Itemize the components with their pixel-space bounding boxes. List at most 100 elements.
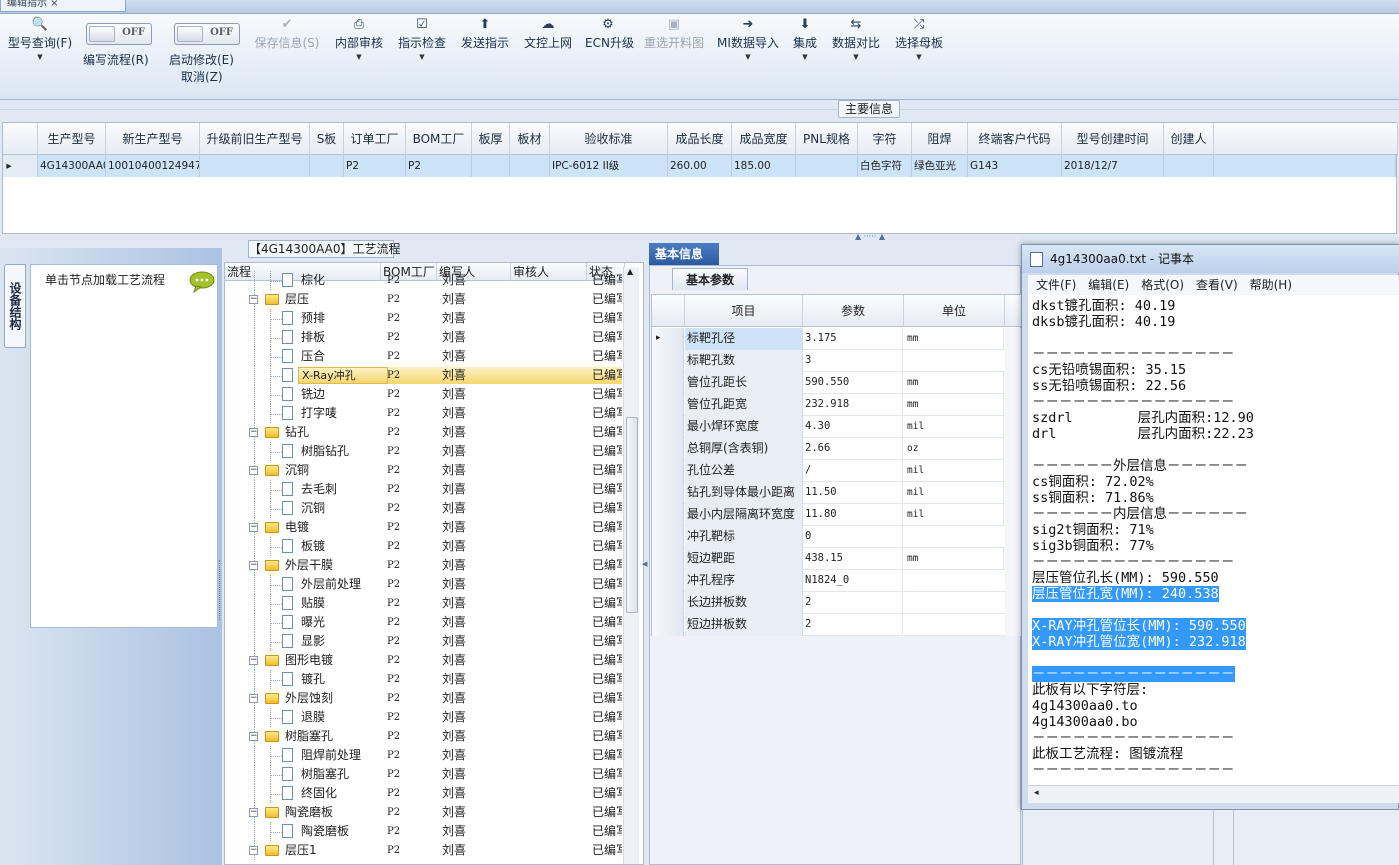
notepad-menu-item[interactable]: 编辑(E)	[1088, 278, 1129, 292]
doc-upload-button[interactable]: ☁ 文控上网	[523, 16, 573, 51]
process-tree-node[interactable]: 贴膜 P2 刘喜 已编写	[225, 594, 625, 613]
column-header-unit[interactable]: 单位	[904, 295, 1005, 327]
grid-cell[interactable]	[796, 155, 858, 177]
grid-cell[interactable]: 185.00	[732, 155, 796, 177]
grid-cell[interactable]: 绿色亚光	[912, 155, 968, 177]
process-tree-node[interactable]: − 钻孔 P2 刘喜 已编写	[225, 423, 625, 442]
row-header[interactable]	[652, 460, 684, 482]
param-value[interactable]: 3.175	[803, 328, 903, 349]
horizontal-scrollbar[interactable]: ◂	[1028, 785, 1399, 803]
param-row[interactable]: 管位孔距长 590.550 mm	[652, 372, 1022, 394]
row-header[interactable]	[652, 548, 684, 570]
param-value[interactable]: 2.66	[803, 438, 903, 459]
process-tree-node[interactable]: 树脂钻孔 P2 刘喜 已编写	[225, 442, 625, 461]
process-tree-node[interactable]: 陶瓷磨板 P2 刘喜 已编写	[225, 822, 625, 841]
collapse-icon[interactable]: −	[249, 656, 258, 665]
process-tree-node[interactable]: 排板 P2 刘喜 已编写	[225, 328, 625, 347]
collapse-icon[interactable]: −	[249, 694, 258, 703]
internal-review-button[interactable]: ⎙ 内部审核 ▼	[334, 16, 384, 63]
scroll-left-icon[interactable]: ◂	[1034, 788, 1039, 798]
param-row[interactable]: 孔位公差 / mil	[652, 460, 1022, 482]
ecn-upgrade-button[interactable]: ⚙ ECN升级	[585, 16, 634, 51]
row-header[interactable]	[652, 526, 684, 548]
column-header[interactable]: 成品长度	[668, 123, 732, 155]
grid-cell[interactable]: 10010400124947	[106, 155, 200, 177]
check-instruction-button[interactable]: ☑ 指示检查 ▼	[397, 16, 447, 63]
process-tree-node[interactable]: − 陶瓷磨板 P2 刘喜 已编写	[225, 803, 625, 822]
notepad-text-area[interactable]: dkst镀孔面积: 40.19 dksb镀孔面积: 40.19 －－－－－－－－－－…	[1028, 295, 1399, 785]
save-info-button[interactable]: ✔ 保存信息(S)	[253, 16, 321, 51]
grid-cell[interactable]: 白色字符	[858, 155, 912, 177]
process-tree-node[interactable]: X-Ray冲孔P2 刘喜 已编写	[225, 366, 625, 385]
param-row[interactable]: 长边拼板数 2	[652, 592, 1022, 614]
row-selector-icon[interactable]: ▸	[3, 155, 38, 177]
row-header[interactable]	[652, 482, 684, 504]
collapse-icon[interactable]: −	[249, 732, 258, 741]
process-tree-node[interactable]: 显影 P2 刘喜 已编写	[225, 632, 625, 651]
param-value[interactable]: 11.50	[803, 482, 903, 503]
notepad-menu-item[interactable]: 格式(O)	[1141, 278, 1184, 292]
column-header[interactable]: 验收标准	[550, 123, 668, 155]
column-header[interactable]: 成品宽度	[732, 123, 796, 155]
param-row[interactable]: 总铜厚(含表铜) 2.66 oz	[652, 438, 1022, 460]
notepad-menu-item[interactable]: 文件(F)	[1036, 278, 1076, 292]
param-value[interactable]: 2	[803, 592, 903, 613]
column-header-item[interactable]: 项目	[685, 295, 803, 327]
column-header[interactable]: 订单工厂	[344, 123, 406, 155]
column-header[interactable]: 终端客户代码	[968, 123, 1062, 155]
grid-cell[interactable]: P2	[344, 155, 406, 177]
collapse-icon[interactable]: −	[249, 428, 258, 437]
process-tree-node[interactable]: 压合 P2 刘喜 已编写	[225, 347, 625, 366]
splitter-handle[interactable]	[219, 560, 223, 620]
column-header[interactable]: 板厚	[472, 123, 510, 155]
mi-import-button[interactable]: ➜ MI数据导入 ▼	[717, 16, 779, 63]
grid-cell[interactable]: 4G14300AA0	[38, 155, 106, 177]
param-row[interactable]: 钻孔到导体最小距离 11.50 mil	[652, 482, 1022, 504]
column-header[interactable]: S板	[310, 123, 344, 155]
cancel-button[interactable]: 取消(Z)	[181, 68, 223, 85]
param-row[interactable]: 冲孔靶标 0	[652, 526, 1022, 548]
integrate-button[interactable]: ⬇ 集成 ▼	[791, 16, 819, 63]
process-tree-node[interactable]: − 电镀 P2 刘喜 已编写	[225, 518, 625, 537]
splitter-handle[interactable]: ◀	[642, 560, 648, 620]
grid-cell[interactable]	[472, 155, 510, 177]
grid-cell[interactable]: IPC-6012 II级	[550, 155, 668, 177]
grid-cell[interactable]	[200, 155, 310, 177]
column-header[interactable]: 型号创建时间	[1062, 123, 1164, 155]
basic-params-tab[interactable]: 基本参数	[672, 268, 748, 290]
process-tree-node[interactable]: 外层前处理 P2 刘喜 已编写	[225, 575, 625, 594]
scrollbar-thumb[interactable]	[626, 417, 638, 613]
grid-cell[interactable]	[510, 155, 550, 177]
process-tree-node[interactable]: 预排 P2 刘喜 已编写	[225, 309, 625, 328]
splitter-handle[interactable]: ▲ ····· ▲	[840, 233, 900, 241]
process-tree-node[interactable]: − 树脂塞孔 P2 刘喜 已编写	[225, 727, 625, 746]
param-value[interactable]: 2	[803, 614, 903, 635]
row-header[interactable]	[652, 438, 684, 460]
column-header[interactable]: PNL规格	[796, 123, 858, 155]
process-tree-node[interactable]: 曝光 P2 刘喜 已编写	[225, 613, 625, 632]
grid-cell[interactable]: P2	[406, 155, 472, 177]
process-tree-node[interactable]: 板镀 P2 刘喜 已编写	[225, 537, 625, 556]
row-header[interactable]	[652, 504, 684, 526]
column-header[interactable]: 阻焊	[912, 123, 968, 155]
grid-cell[interactable]: 2018/12/7	[1062, 155, 1164, 177]
notepad-menu-item[interactable]: 查看(V)	[1196, 278, 1238, 292]
notepad-menu-item[interactable]: 帮助(H)	[1250, 278, 1292, 292]
vertical-scrollbar[interactable]: ▲	[623, 267, 639, 864]
row-header[interactable]: ▸	[652, 328, 684, 350]
process-tree-node[interactable]: 阻焊前处理 P2 刘喜 已编写	[225, 746, 625, 765]
collapse-icon[interactable]: −	[249, 808, 258, 817]
edit-flow-toggle[interactable]: OFF	[86, 23, 152, 45]
device-structure-tab[interactable]: 设备结构	[4, 264, 26, 348]
process-tree-node[interactable]: 镀孔 P2 刘喜 已编写	[225, 670, 625, 689]
param-row[interactable]: 最小内层隔离环宽度 11.80 mil	[652, 504, 1022, 526]
param-value[interactable]: 3	[803, 350, 903, 371]
grid-cell[interactable]: 260.00	[668, 155, 732, 177]
process-tree-node[interactable]: − 层压1 P2 刘喜 已编写	[225, 841, 625, 860]
select-mother-board-button[interactable]: ⤮ 选择母板 ▼	[894, 16, 944, 63]
param-value[interactable]: 0	[803, 526, 903, 547]
grid-cell[interactable]	[310, 155, 344, 177]
model-query-button[interactable]: 🔍 型号查询(F) ▼	[6, 16, 74, 63]
param-value[interactable]: 590.550	[803, 372, 903, 393]
param-row[interactable]: 管位孔距宽 232.918 mm	[652, 394, 1022, 416]
